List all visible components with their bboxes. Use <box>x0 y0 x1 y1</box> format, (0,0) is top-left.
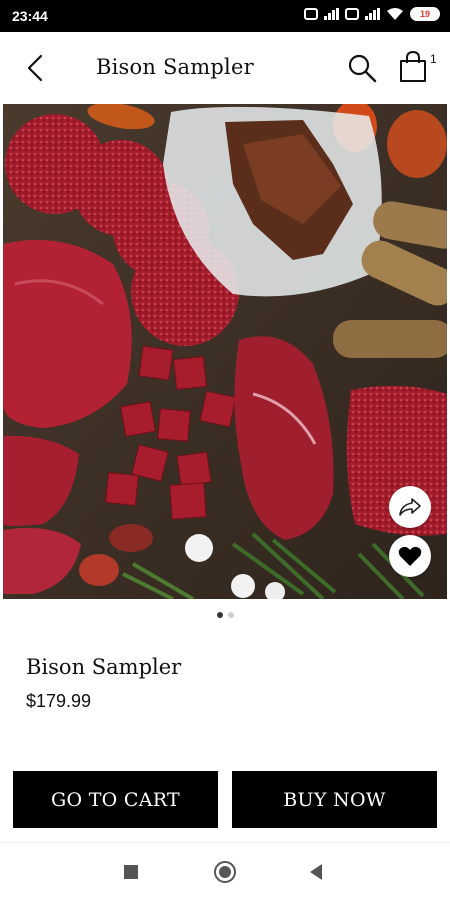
status-icons: 19 <box>304 7 440 21</box>
buy-now-button[interactable]: BUY NOW <box>232 771 437 828</box>
shopping-bag-icon <box>400 50 426 82</box>
signal-icon <box>365 8 380 20</box>
wifi-icon <box>387 8 403 20</box>
system-nav-bar <box>0 842 450 900</box>
favorite-button[interactable] <box>389 535 431 577</box>
product-photo <box>3 104 447 599</box>
product-name: Bison Sampler <box>26 655 182 679</box>
search-button[interactable] <box>346 52 378 84</box>
pager-dot[interactable] <box>227 612 234 618</box>
signal-icon <box>324 8 339 20</box>
notification-icon <box>345 8 359 20</box>
share-button[interactable] <box>389 486 431 528</box>
share-icon <box>399 498 421 516</box>
back-triangle-icon[interactable] <box>310 864 322 880</box>
status-bar: 23:44 19 <box>0 0 450 32</box>
back-button[interactable] <box>20 52 52 84</box>
pager-dot[interactable] <box>216 612 223 618</box>
status-time: 23:44 <box>12 8 48 24</box>
search-icon <box>348 54 377 83</box>
chevron-left-icon <box>27 54 43 82</box>
home-icon[interactable] <box>214 861 236 883</box>
go-to-cart-button[interactable]: GO TO CART <box>13 771 218 828</box>
app-header: Bison Sampler 1 <box>0 32 450 104</box>
notification-icon <box>304 8 318 20</box>
cart-count-badge: 1 <box>430 52 437 66</box>
heart-icon <box>398 546 422 566</box>
battery-icon: 19 <box>410 7 440 21</box>
product-price: $179.99 <box>26 691 92 711</box>
page-title: Bison Sampler <box>96 55 254 79</box>
cart-button[interactable]: 1 <box>398 50 440 84</box>
image-pager <box>0 612 450 618</box>
product-image[interactable] <box>3 104 447 599</box>
recent-apps-icon[interactable] <box>124 865 138 879</box>
